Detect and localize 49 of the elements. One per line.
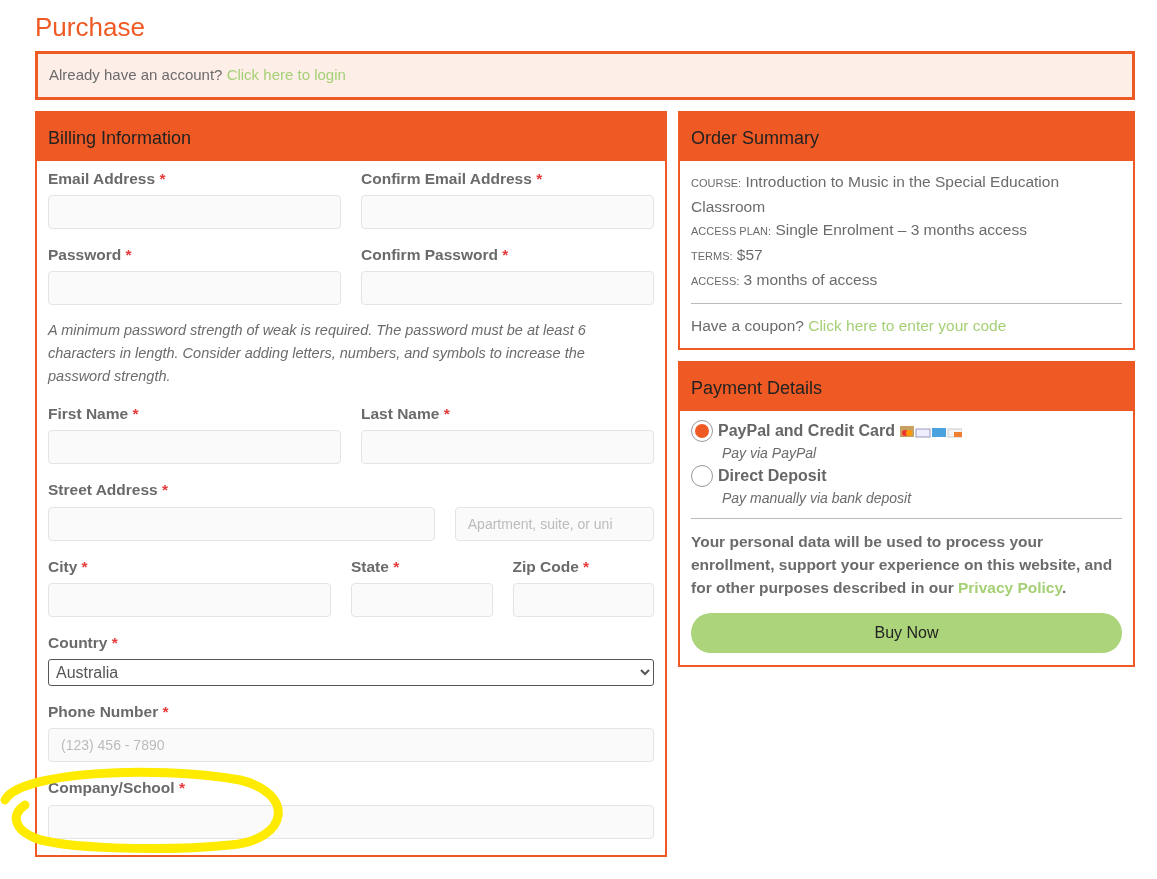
input-field[interactable] <box>512 582 654 617</box>
input-field[interactable] <box>48 582 331 617</box>
field-label: Zip Code * <box>512 556 591 577</box>
input-field[interactable] <box>351 582 493 617</box>
login-link[interactable]: Click here to login <box>226 66 346 84</box>
input-field[interactable] <box>48 804 654 839</box>
notice-text: Already have an account? <box>49 66 223 84</box>
consent-text: Your personal data will be used to process your enrollment, support your experience on this website, and for other purposes described in our Privacy Policy. <box>691 531 1114 598</box>
input-field[interactable]: Apartment, suite, or uni <box>454 506 654 541</box>
panel-heading: Order Summary <box>680 112 1133 161</box>
field-label: Email Address * <box>48 168 167 189</box>
input-field[interactable] <box>48 506 435 541</box>
field-label: Country * <box>48 632 119 653</box>
summary-line: ACCESS PLAN: Single Enrolment – 3 months access <box>691 219 1028 240</box>
input-field[interactable] <box>48 194 341 229</box>
method-title: PayPal and Credit Card <box>718 420 895 441</box>
coupon-text: Have a coupon? <box>691 316 804 334</box>
method-title: Direct Deposit <box>718 465 827 486</box>
coupon-link[interactable]: Click here to enter your code <box>808 316 1007 334</box>
field-label: Street Address * <box>48 480 170 501</box>
field-label: Confirm Email Address * <box>361 168 544 189</box>
summary-line: COURSE: Introduction to Music in the Special Education Classroom <box>691 171 1061 217</box>
page-title: Purchase <box>35 12 146 44</box>
radio-button[interactable] <box>691 419 713 442</box>
field-label: Password * <box>48 244 133 265</box>
password-hint: A minimum password strength of weak is required. The password must be at least 6 characters in length. Consider adding letters, numbers, and symbols to increase the password strength. <box>48 321 587 387</box>
input-field[interactable] <box>361 271 654 306</box>
summary-line: ACCESS: 3 months of access <box>691 269 879 290</box>
input-field[interactable] <box>48 271 341 306</box>
method-description: Pay manually via bank deposit <box>721 488 913 508</box>
privacy-policy-link[interactable]: Privacy Policy <box>958 578 1062 596</box>
country-select[interactable]: Australia <box>48 659 654 687</box>
field-label: Last Name * <box>361 404 451 425</box>
field-label: Company/School * <box>48 778 186 799</box>
field-label: City * <box>48 556 89 577</box>
summary-line: TERMS: $57 <box>691 244 764 265</box>
buy-now-button[interactable]: Buy Now <box>691 612 1122 653</box>
panel-heading: Payment Details <box>680 362 1133 411</box>
field-label: Confirm Password * <box>361 244 510 265</box>
field-label: First Name * <box>48 404 140 425</box>
input-field[interactable]: (123) 456 - 7890 <box>48 728 654 763</box>
input-field[interactable] <box>48 430 341 465</box>
method-description: Pay via PayPal <box>721 443 818 463</box>
field-label: Phone Number * <box>48 702 170 723</box>
input-field[interactable] <box>361 430 654 465</box>
input-field[interactable] <box>361 194 654 229</box>
field-label: State * <box>351 556 401 577</box>
radio-button[interactable] <box>691 464 713 487</box>
panel-heading: Billing Information <box>37 112 665 161</box>
